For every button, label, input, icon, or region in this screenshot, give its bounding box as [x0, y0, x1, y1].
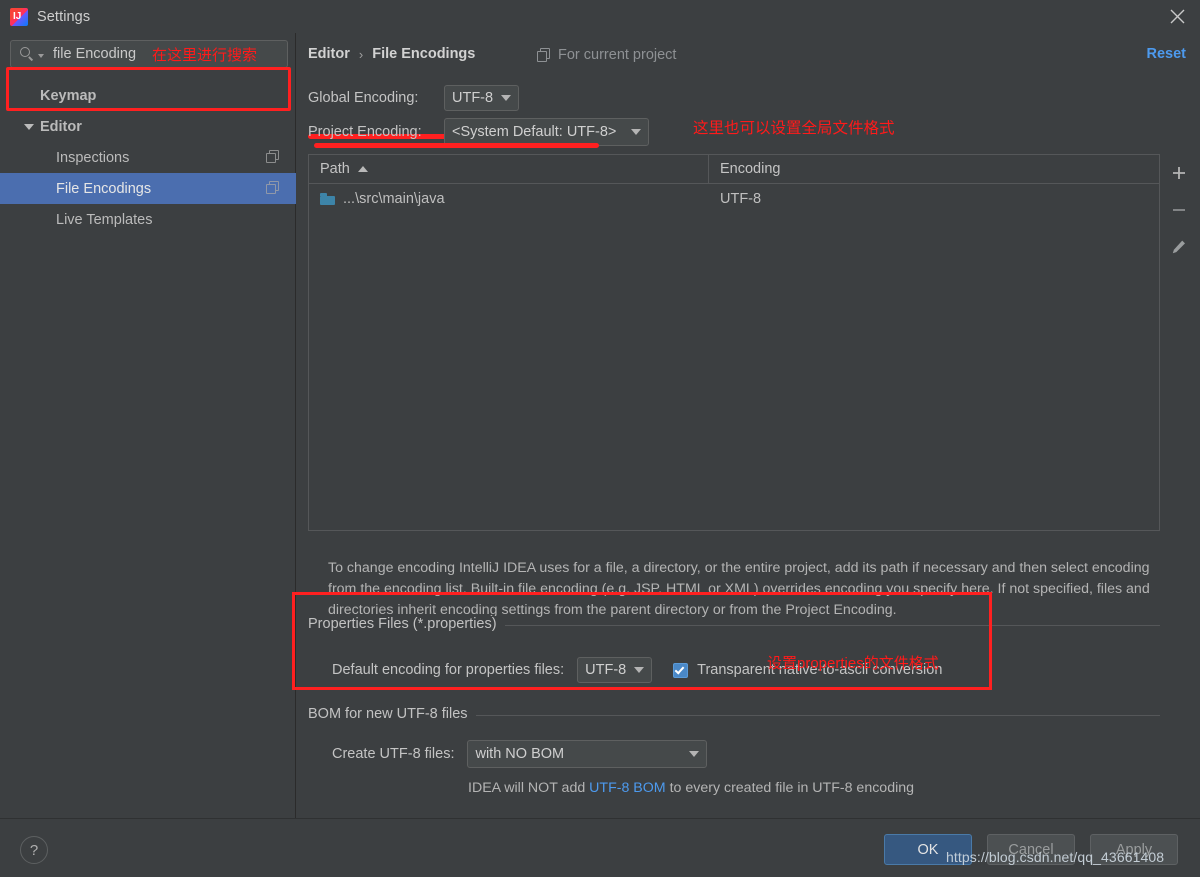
- bom-value: with NO BOM: [475, 746, 565, 762]
- transparent-native-to-ascii-checkbox[interactable]: [673, 662, 689, 678]
- sidebar-item-inspections[interactable]: Inspections: [0, 142, 296, 173]
- chevron-down-icon: [689, 751, 700, 757]
- settings-sidebar: file Encoding 在这里进行搜索 Keymap Editor Insp…: [0, 33, 296, 851]
- table-cell-encoding: UTF-8: [709, 191, 1159, 207]
- sidebar-item-label: Inspections: [56, 149, 130, 166]
- copy-icon[interactable]: [266, 181, 280, 195]
- chevron-down-icon[interactable]: [38, 54, 44, 58]
- breadcrumb-current: File Encodings: [372, 46, 476, 62]
- properties-default-encoding-label: Default encoding for properties files:: [332, 662, 565, 678]
- table-header-path-label: Path: [320, 161, 350, 177]
- global-encoding-select[interactable]: UTF-8: [444, 85, 520, 111]
- plus-icon: [1173, 166, 1185, 179]
- for-current-project-label: For current project: [537, 47, 676, 63]
- table-cell-encoding-value: UTF-8: [720, 191, 762, 207]
- sidebar-item-label: Editor: [40, 118, 82, 135]
- sidebar-item-keymap[interactable]: Keymap: [0, 80, 296, 111]
- sidebar-item-file-encodings[interactable]: File Encodings: [0, 173, 296, 204]
- bom-group-title: BOM for new UTF-8 files: [308, 706, 476, 722]
- global-encoding-value: UTF-8: [452, 90, 494, 106]
- global-format-annotation-text: 这里也可以设置全局文件格式: [693, 120, 895, 137]
- sort-ascending-icon: [357, 166, 368, 172]
- sidebar-item-live-templates[interactable]: Live Templates: [0, 204, 296, 235]
- table-header-path[interactable]: Path: [309, 155, 709, 183]
- settings-content-pane: Editor › File Encodings For current proj…: [297, 33, 1200, 818]
- help-button[interactable]: ?: [20, 836, 48, 864]
- window-title: Settings: [37, 8, 91, 25]
- breadcrumb-parent[interactable]: Editor: [308, 46, 350, 62]
- table-cell-path-value: ...\src\main\java: [343, 191, 445, 207]
- search-input[interactable]: file Encoding 在这里进行搜索: [10, 40, 288, 68]
- utf8-bom-link[interactable]: UTF-8 BOM: [589, 780, 665, 796]
- project-encoding-select[interactable]: <System Default: UTF-8>: [444, 118, 649, 146]
- for-current-project-text: For current project: [558, 47, 677, 63]
- global-encoding-label: Global Encoding:: [308, 90, 419, 106]
- create-utf8-files-label: Create UTF-8 files:: [332, 746, 455, 762]
- triangle-down-icon[interactable]: [24, 123, 34, 130]
- properties-files-group: Properties Files (*.properties) Default …: [308, 616, 1160, 700]
- intellij-idea-logo-icon: IJ: [10, 7, 28, 26]
- search-icon: [19, 46, 35, 62]
- table-toolbar: [1161, 154, 1197, 531]
- remove-button[interactable]: [1161, 191, 1197, 228]
- sidebar-item-label: File Encodings: [56, 180, 152, 197]
- sidebar-item-editor[interactable]: Editor: [0, 111, 296, 142]
- sidebar-item-label: Live Templates: [56, 211, 153, 228]
- bom-hint-suffix: to every created file in UTF-8 encoding: [665, 780, 915, 796]
- bom-hint: IDEA will NOT add UTF-8 BOM to every cre…: [468, 780, 914, 796]
- properties-encoding-select[interactable]: UTF-8: [577, 657, 653, 683]
- chevron-down-icon: [634, 667, 645, 673]
- breadcrumb: Editor › File Encodings: [308, 46, 475, 62]
- bom-group: BOM for new UTF-8 files Create UTF-8 fil…: [308, 706, 1160, 825]
- add-button[interactable]: [1161, 154, 1197, 191]
- title-bar: IJ Settings: [0, 0, 1200, 33]
- minus-icon: [1173, 208, 1185, 211]
- chevron-down-icon: [501, 95, 512, 101]
- folder-icon: [320, 193, 335, 205]
- create-utf8-files-row: Create UTF-8 files: with NO BOM: [332, 740, 708, 768]
- sidebar-item-label: Keymap: [40, 87, 97, 104]
- settings-dialog: IJ Settings file Encoding 在这里进行搜索 Keymap: [0, 0, 1200, 877]
- watermark-text: https://blog.csdn.net/qq_43661408: [946, 849, 1165, 865]
- edit-button[interactable]: [1161, 228, 1197, 265]
- project-encoding-row: Project Encoding: <System Default: UTF-8…: [308, 118, 649, 146]
- global-encoding-row: Global Encoding: UTF-8: [308, 85, 520, 111]
- search-field-wrapper: file Encoding 在这里进行搜索: [10, 40, 288, 68]
- properties-annotation-text: 设置properties的文件格式: [767, 655, 939, 672]
- reset-link[interactable]: Reset: [1147, 46, 1187, 62]
- search-annotation-text: 在这里进行搜索: [152, 46, 258, 64]
- encodings-table: Path Encoding ...\src\main\java UTF-8: [308, 154, 1160, 531]
- project-encoding-value: <System Default: UTF-8>: [452, 124, 617, 140]
- copy-icon[interactable]: [266, 150, 280, 164]
- table-header-encoding[interactable]: Encoding: [709, 155, 1159, 183]
- breadcrumb-separator: ›: [358, 46, 364, 62]
- close-icon[interactable]: [1154, 0, 1200, 33]
- properties-encoding-value: UTF-8: [585, 662, 627, 678]
- settings-tree: Keymap Editor Inspections File Encodings…: [0, 80, 296, 235]
- encodings-description: To change encoding IntelliJ IDEA uses fo…: [328, 560, 1150, 618]
- bom-select[interactable]: with NO BOM: [467, 740, 708, 768]
- copy-icon: [537, 48, 551, 62]
- table-header-encoding-label: Encoding: [720, 161, 781, 177]
- chevron-down-icon: [631, 129, 641, 135]
- project-encoding-label: Project Encoding:: [308, 124, 422, 140]
- table-cell-path: ...\src\main\java: [309, 191, 709, 207]
- search-input-value: file Encoding: [53, 46, 137, 62]
- bom-hint-prefix: IDEA will NOT add: [468, 780, 590, 796]
- properties-files-group-title: Properties Files (*.properties): [308, 616, 505, 632]
- table-row[interactable]: ...\src\main\java UTF-8: [309, 184, 1159, 214]
- pencil-icon: [1172, 240, 1185, 253]
- table-header-row: Path Encoding: [309, 155, 1159, 184]
